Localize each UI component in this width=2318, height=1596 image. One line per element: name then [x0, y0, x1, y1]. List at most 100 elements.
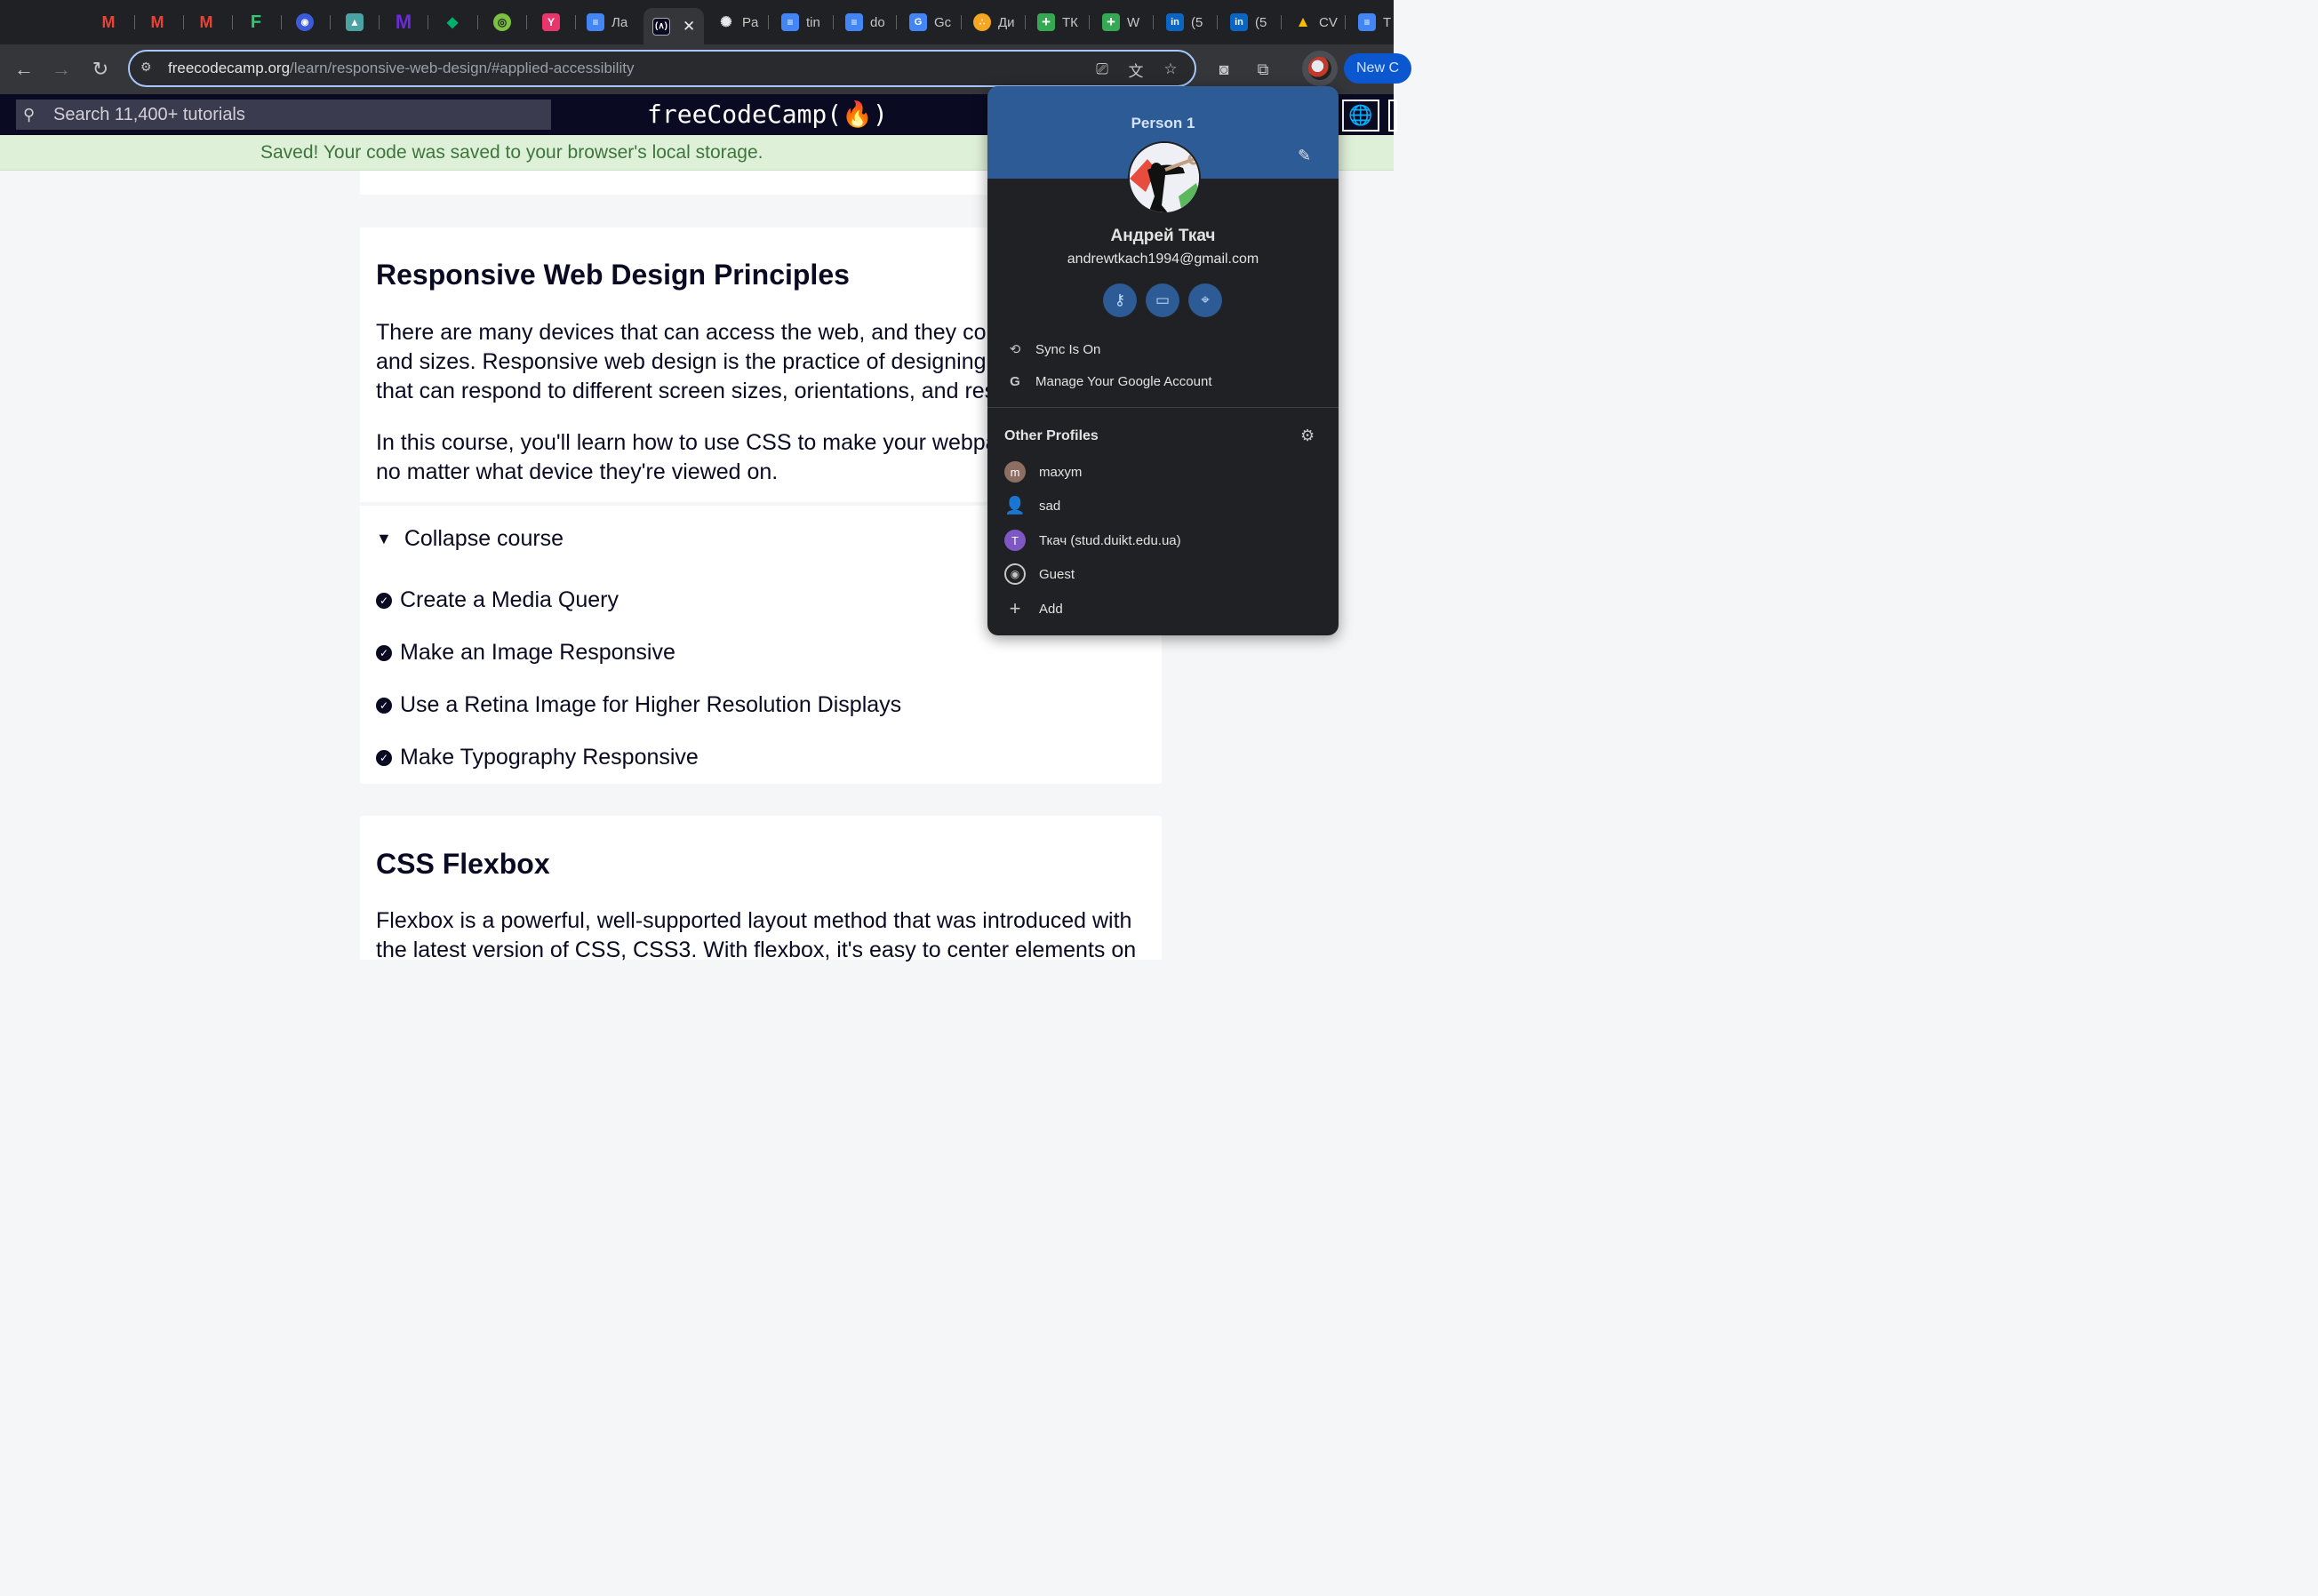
address-bar[interactable]: ⚙ freecodecamp.org/learn/responsive-web-…	[128, 50, 1196, 87]
new-chrome-button[interactable]: New C	[1344, 53, 1412, 84]
course-description: There are many devices that can access t…	[376, 320, 1018, 403]
chatgpt-icon: ✺	[720, 15, 732, 30]
tab-gmail-1[interactable]: M	[100, 8, 117, 36]
course-description: Flexbox is a powerful, well-supported la…	[376, 908, 1137, 962]
avatar: T	[1004, 530, 1026, 551]
f-logo-icon: F	[250, 12, 262, 32]
leaf-icon: ◆	[446, 15, 459, 30]
profile-menu: Person 1 ✎ Андрей Ткач andrewtkach1994@g…	[987, 86, 1339, 635]
manage-profiles-gear-icon[interactable]: ⚙	[1300, 427, 1315, 445]
translate-page-icon[interactable]: 文	[1126, 60, 1146, 80]
tab-strip: M M M F ◉ ▲ M ◆ ◎ Y ≡ Ла (∧) ✕ ✺ Pa ≡ tin ≡ d…	[0, 0, 1394, 44]
avatar	[1128, 141, 1201, 214]
bookmark-star-icon[interactable]: ☆	[1161, 60, 1180, 79]
check-circle-icon: ✓	[376, 697, 392, 714]
sync-icon: ⟲	[1009, 342, 1021, 357]
manage-account-row[interactable]: G Manage Your Google Account	[1005, 368, 1325, 395]
tab-freecodecamp-active[interactable]: (∧) ✕	[643, 8, 705, 44]
sheets-plus-icon: +	[1037, 13, 1055, 31]
tab-globe-badge[interactable]: ◉	[296, 8, 314, 36]
camera-icon[interactable]: ◙	[1211, 57, 1236, 82]
docs-icon: ≡	[845, 13, 863, 31]
sync-row[interactable]: ⟲ Sync Is On	[1005, 336, 1325, 363]
tab-m-logo[interactable]: M	[395, 8, 412, 36]
lesson-link[interactable]: ✓ Make an Image Responsive	[376, 640, 675, 666]
edit-pencil-icon[interactable]: ✎	[1298, 147, 1311, 165]
install-app-icon[interactable]: ⎚	[1092, 60, 1112, 79]
search-icon: ⚲	[23, 105, 36, 124]
tab-docs-3[interactable]: ≡ do	[845, 8, 890, 36]
course-description: In this course, you'll learn how to use …	[376, 430, 1011, 484]
tab-orange-circles[interactable]: ∴ Ди	[973, 8, 1018, 36]
y-logo-icon: Y	[542, 13, 560, 31]
back-icon[interactable]: ←	[12, 57, 36, 82]
plus-icon: +	[1009, 597, 1021, 619]
site-settings-icon[interactable]: ⚙	[140, 60, 158, 77]
guest-icon: ◉	[1004, 563, 1026, 585]
triangle-down-icon: ▼	[376, 530, 392, 547]
avatar-illustration-icon	[1130, 143, 1199, 212]
green-circle-icon: ◎	[493, 13, 511, 31]
divider	[987, 407, 1339, 408]
tab-drive[interactable]: ▲ CV	[1294, 8, 1339, 36]
tab-translate[interactable]: G Gc	[909, 8, 954, 36]
passwords-key-icon[interactable]: ⚷	[1103, 283, 1137, 317]
gmail-icon: M	[199, 12, 213, 31]
close-tab-icon[interactable]: ✕	[683, 18, 695, 36]
tab-leaf[interactable]: ◆	[444, 8, 461, 36]
drive-icon: ▲	[1295, 13, 1311, 30]
fcc-logo[interactable]: freeCodeCamp(🔥)	[647, 100, 888, 129]
gmail-icon: M	[101, 12, 116, 31]
check-circle-icon: ✓	[376, 749, 392, 766]
avatar	[1308, 57, 1331, 80]
tab-sheets-1[interactable]: + ТК	[1037, 8, 1082, 36]
sheets-plus-icon: +	[1102, 13, 1120, 31]
search-input[interactable]: ⚲ Search 11,400+ tutorials	[16, 100, 551, 130]
payment-card-icon[interactable]: ▭	[1146, 283, 1179, 317]
tab-docs-1[interactable]: ≡ Ла	[587, 8, 631, 36]
profile-item-guest[interactable]: ◉ Guest	[1004, 561, 1324, 587]
course-title: Responsive Web Design Principles	[376, 259, 850, 291]
globe-badge-icon: ◉	[296, 13, 314, 31]
tab-chatgpt[interactable]: ✺ Pa	[717, 8, 762, 36]
tab-y-logo[interactable]: Y	[542, 8, 560, 36]
other-profiles-heading: Other Profiles	[1004, 428, 1099, 443]
lesson-link[interactable]: ✓ Create a Media Query	[376, 587, 619, 613]
translate-icon: G	[909, 13, 927, 31]
menu-button[interactable]	[1388, 100, 1397, 132]
profile-avatar-button[interactable]	[1302, 51, 1338, 86]
tab-sheets-2[interactable]: + W	[1102, 8, 1147, 36]
tab-docs-4[interactable]: ≡ T	[1358, 8, 1394, 36]
reload-icon[interactable]: ↻	[88, 57, 113, 82]
course-title: CSS Flexbox	[376, 848, 550, 880]
m-logo-icon: M	[395, 11, 412, 33]
collapse-course-toggle[interactable]: ▼ Collapse course	[376, 526, 564, 552]
docs-icon: ≡	[587, 13, 604, 31]
lesson-link[interactable]: ✓ Make Typography Responsive	[376, 745, 699, 770]
tab-gmail-2[interactable]: M	[148, 8, 166, 36]
tab-docs-2[interactable]: ≡ tin	[781, 8, 826, 36]
contact-icon: ▲	[346, 13, 364, 31]
language-globe-icon[interactable]: 🌐	[1342, 100, 1379, 132]
tab-linkedin-1[interactable]: in (5	[1166, 8, 1211, 36]
account-email: andrewtkach1994@gmail.com	[1067, 251, 1259, 267]
url-text[interactable]: freecodecamp.org/learn/responsive-web-de…	[168, 60, 634, 77]
profile-name: Person 1	[1131, 115, 1195, 132]
extensions-puzzle-icon[interactable]: ⧉	[1251, 57, 1275, 82]
docs-icon: ≡	[781, 13, 799, 31]
addresses-pin-icon[interactable]: ⌖	[1188, 283, 1222, 317]
tab-linkedin-2[interactable]: in (5	[1230, 8, 1275, 36]
tab-contact[interactable]: ▲	[346, 8, 364, 36]
tab-gmail-3[interactable]: M	[197, 8, 215, 36]
lesson-link[interactable]: ✓ Use a Retina Image for Higher Resolutio…	[376, 692, 901, 718]
forward-icon[interactable]: →	[49, 57, 74, 82]
profile-item-maxym[interactable]: m maxym	[1004, 459, 1324, 485]
add-profile-button[interactable]: + Add	[1004, 595, 1324, 622]
linkedin-icon: in	[1166, 13, 1184, 31]
profile-item-stud[interactable]: T Ткач (stud.duikt.edu.ua)	[1004, 527, 1324, 554]
google-g-icon: G	[1010, 373, 1020, 389]
tab-green-circle[interactable]: ◎	[493, 8, 511, 36]
profile-item-sad[interactable]: 👤 sad	[1004, 492, 1324, 519]
check-circle-icon: ✓	[376, 592, 392, 609]
tab-f-logo[interactable]: F	[247, 8, 265, 36]
